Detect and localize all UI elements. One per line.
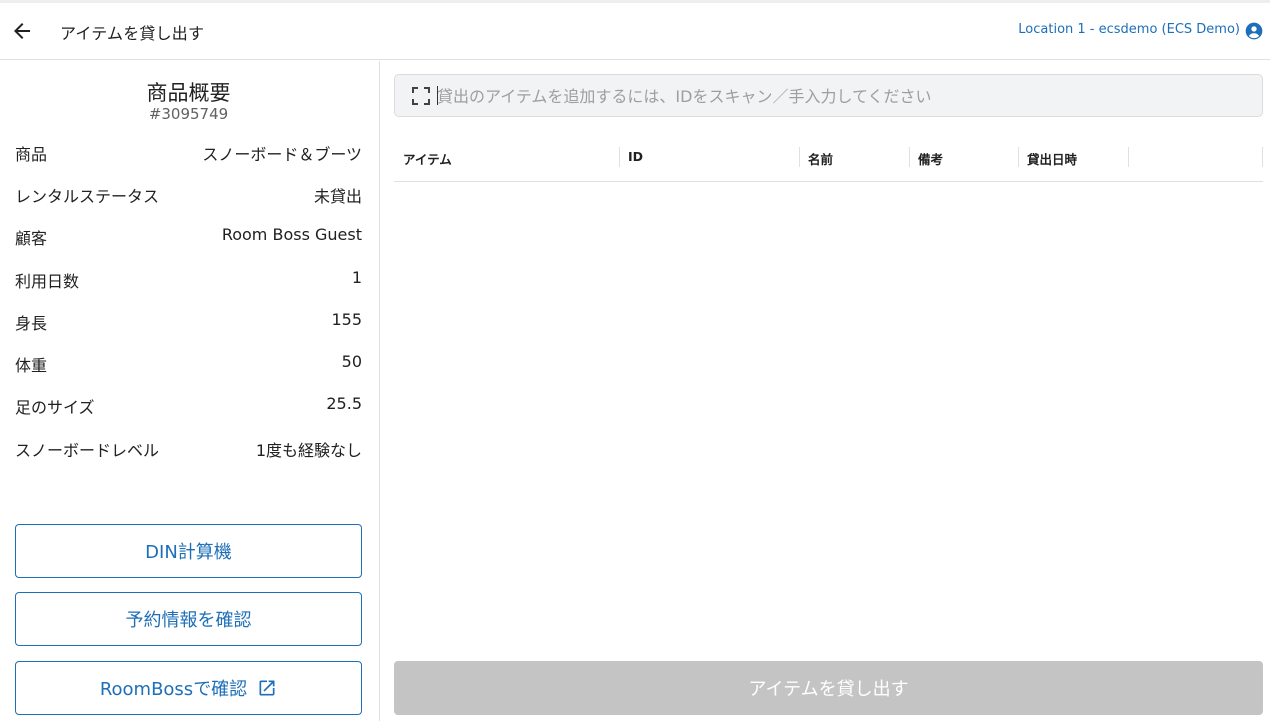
check-roomboss-button[interactable]: RoomBossで確認 bbox=[15, 661, 362, 715]
checkout-items-button[interactable]: アイテムを貸し出す bbox=[394, 661, 1263, 715]
detail-row-weight: 体重 50 bbox=[15, 352, 362, 376]
detail-row-rental-status: レンタルステータス 未貸出 bbox=[15, 183, 362, 207]
detail-row-snowboard-level: スノーボードレベル 1度も経験なし bbox=[15, 437, 362, 461]
check-roomboss-label: RoomBossで確認 bbox=[99, 679, 248, 700]
column-header-rental-datetime[interactable]: 貸出日時 bbox=[1018, 134, 1128, 181]
detail-row-product: 商品 スノーボード＆ブーツ bbox=[15, 141, 362, 165]
detail-row-foot-size: 足のサイズ 25.5 bbox=[15, 394, 362, 418]
detail-row-rental-days: 利用日数 1 bbox=[15, 268, 362, 292]
din-calculator-label: DIN計算機 bbox=[145, 542, 232, 563]
detail-row-height: 身長 155 bbox=[15, 310, 362, 334]
detail-label: レンタルステータス bbox=[15, 187, 160, 206]
checkout-items-label: アイテムを貸し出す bbox=[748, 679, 909, 700]
order-number: #3095749 bbox=[148, 105, 229, 123]
column-divider bbox=[1262, 147, 1263, 167]
column-header-name[interactable]: 名前 bbox=[799, 134, 909, 181]
page-title: アイテムを貸し出す bbox=[60, 24, 205, 43]
order-summary-panel: 商品概要 #3095749 商品 スノーボード＆ブーツ レンタルステータス 未貸… bbox=[0, 61, 380, 721]
detail-label: スノーボードレベル bbox=[15, 441, 160, 460]
detail-label: 利用日数 bbox=[15, 272, 80, 291]
detail-label: 身長 bbox=[15, 314, 48, 333]
detail-value: スノーボード＆ブーツ bbox=[202, 145, 362, 164]
scan-id-input[interactable] bbox=[437, 83, 1247, 109]
din-calculator-button[interactable]: DIN計算機 bbox=[15, 524, 362, 578]
detail-value: 25.5 bbox=[326, 394, 362, 413]
detail-value: 50 bbox=[341, 352, 362, 371]
rental-items-table-header: アイテム ID 名前 備考 貸出日時 bbox=[394, 134, 1263, 182]
scan-frame-icon[interactable] bbox=[411, 86, 431, 106]
detail-value: 未貸出 bbox=[313, 187, 362, 206]
scan-id-field[interactable] bbox=[394, 74, 1263, 117]
account-circle-icon[interactable] bbox=[1244, 21, 1264, 41]
detail-value: 1度も経験なし bbox=[255, 441, 362, 460]
column-header-notes[interactable]: 備考 bbox=[909, 134, 1018, 181]
detail-label: 顧客 bbox=[15, 229, 48, 248]
detail-row-customer: 顧客 Room Boss Guest bbox=[15, 225, 362, 249]
summary-title: 商品概要 bbox=[146, 81, 231, 105]
text-cursor bbox=[437, 86, 438, 105]
detail-value: 1 bbox=[351, 268, 362, 287]
detail-value: 155 bbox=[331, 310, 362, 329]
location-label[interactable]: Location 1 - ecsdemo (ECS Demo) bbox=[1018, 22, 1240, 37]
check-reservation-button[interactable]: 予約情報を確認 bbox=[15, 592, 362, 646]
column-header-actions bbox=[1128, 134, 1262, 181]
column-header-item[interactable]: アイテム bbox=[394, 134, 619, 181]
detail-value: Room Boss Guest bbox=[221, 225, 362, 244]
detail-label: 足のサイズ bbox=[15, 398, 95, 417]
open-in-new-icon bbox=[259, 680, 275, 696]
back-arrow-icon[interactable] bbox=[10, 19, 34, 43]
column-header-id[interactable]: ID bbox=[619, 134, 799, 181]
app-bar: アイテムを貸し出す Location 1 - ecsdemo (ECS Demo… bbox=[0, 3, 1270, 60]
detail-label: 体重 bbox=[15, 356, 48, 375]
check-reservation-label: 予約情報を確認 bbox=[125, 610, 252, 631]
detail-label: 商品 bbox=[15, 145, 48, 164]
